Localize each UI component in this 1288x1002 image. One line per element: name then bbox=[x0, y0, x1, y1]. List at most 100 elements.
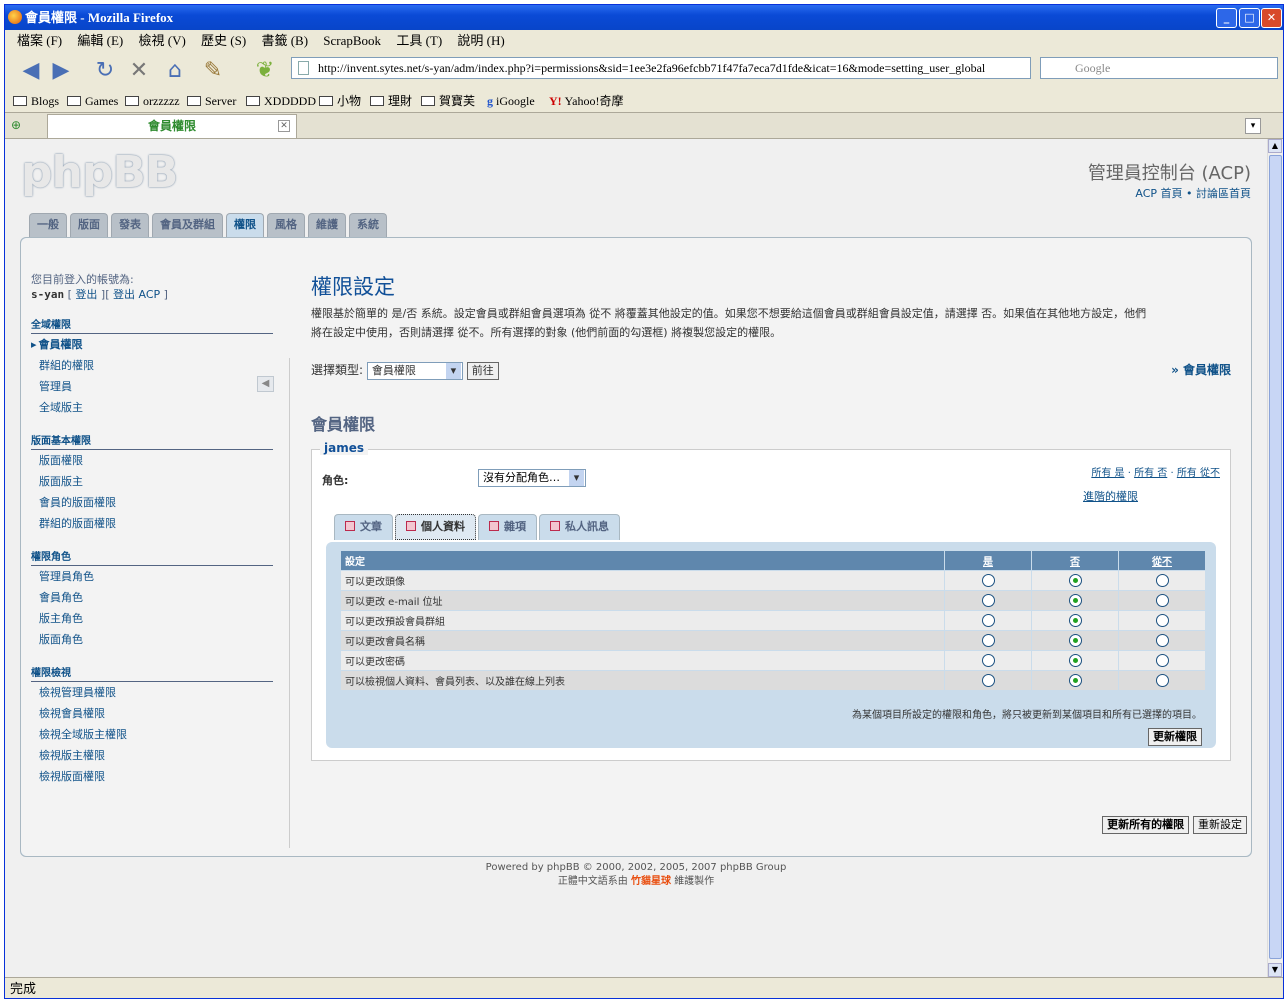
all-no-link[interactable]: 所有 否 bbox=[1134, 468, 1167, 479]
sidebar-item-group-permissions[interactable]: 群組的權限 bbox=[31, 355, 275, 376]
sidebar-item-forum-moderators[interactable]: 版面版主 bbox=[31, 471, 275, 492]
col-never[interactable]: 從不 bbox=[1118, 550, 1206, 571]
permission-type-select[interactable]: 會員權限 bbox=[366, 361, 463, 380]
radio-no[interactable] bbox=[1068, 674, 1082, 687]
tab-posts[interactable]: 文章 bbox=[334, 514, 393, 540]
all-never-link[interactable]: 所有 從不 bbox=[1177, 468, 1220, 479]
advanced-permissions-link[interactable]: 進階的權限 bbox=[1083, 488, 1138, 504]
sidebar-item-group-forum-permissions[interactable]: 群組的版面權限 bbox=[31, 513, 275, 534]
bookmark-item[interactable]: Server bbox=[187, 90, 236, 112]
stop-icon[interactable]: ✕ bbox=[125, 58, 153, 84]
close-button[interactable]: ✕ bbox=[1261, 8, 1282, 28]
maximize-button[interactable]: □ bbox=[1239, 8, 1260, 28]
tab-posting[interactable]: 發表 bbox=[111, 213, 149, 237]
back-icon[interactable]: ◀ bbox=[17, 58, 45, 84]
scroll-down-icon[interactable]: ▼ bbox=[1268, 963, 1282, 977]
collapse-sidebar-icon[interactable]: ◀ bbox=[257, 376, 274, 392]
radio-no[interactable] bbox=[1068, 634, 1082, 647]
radio-no[interactable] bbox=[1068, 614, 1082, 627]
breadcrumb[interactable]: » 會員權限 bbox=[1171, 361, 1231, 378]
forum-home-link[interactable]: 討論區首頁 bbox=[1196, 187, 1251, 200]
radio-yes[interactable] bbox=[981, 594, 995, 607]
radio-yes[interactable] bbox=[981, 674, 995, 687]
sidebar-item-view-user-permissions[interactable]: 檢視會員權限 bbox=[31, 703, 275, 724]
acp-home-link[interactable]: ACP 首頁 bbox=[1135, 187, 1182, 200]
menu-view[interactable]: 檢視 (V) bbox=[139, 33, 186, 48]
sidebar-item-forum-permissions[interactable]: 版面權限 bbox=[31, 450, 275, 471]
radio-never[interactable] bbox=[1155, 594, 1169, 607]
tab-styles[interactable]: 風格 bbox=[267, 213, 305, 237]
col-yes[interactable]: 是 bbox=[944, 550, 1032, 571]
sidebar-item-view-forum-permissions[interactable]: 檢視版面權限 bbox=[31, 766, 275, 787]
menu-history[interactable]: 歷史 (S) bbox=[201, 33, 246, 48]
go-button[interactable]: 前往 bbox=[466, 361, 499, 380]
reload-icon[interactable]: ↻ bbox=[91, 58, 119, 84]
sidebar-item-user-permissions[interactable]: 會員權限 bbox=[31, 334, 275, 355]
url-bar[interactable]: http://invent.sytes.net/s-yan/adm/index.… bbox=[291, 57, 1031, 79]
tab-misc[interactable]: 雜項 bbox=[478, 514, 537, 540]
sidebar-item-view-global-mod-permissions[interactable]: 檢視全域版主權限 bbox=[31, 724, 275, 745]
bookmark-item[interactable]: Blogs bbox=[13, 90, 59, 112]
bookmark-item[interactable]: Games bbox=[67, 90, 118, 112]
scroll-thumb[interactable] bbox=[1269, 155, 1282, 959]
sidebar-item-global-moderators[interactable]: 全域版主 bbox=[31, 397, 275, 418]
update-all-permissions-button[interactable]: 更新所有的權限 bbox=[1102, 816, 1190, 834]
scrapbook-icon[interactable]: ✎ bbox=[199, 58, 227, 84]
menu-scrapbook[interactable]: ScrapBook bbox=[323, 33, 381, 48]
sidebar-item-administrators[interactable]: 管理員 bbox=[31, 376, 275, 397]
addon-icon[interactable]: ❦ bbox=[251, 58, 279, 84]
menu-tools[interactable]: 工具 (T) bbox=[396, 33, 442, 48]
all-yes-link[interactable]: 所有 是 bbox=[1091, 468, 1124, 479]
bookmark-item[interactable]: 賀寶芙 bbox=[421, 90, 475, 112]
radio-yes[interactable] bbox=[981, 654, 995, 667]
logout-link[interactable]: 登出 bbox=[75, 288, 97, 301]
radio-never[interactable] bbox=[1155, 674, 1169, 687]
tab-permissions[interactable]: 權限 bbox=[226, 213, 264, 239]
bookmark-item[interactable]: 理財 bbox=[370, 90, 412, 112]
radio-no[interactable] bbox=[1068, 654, 1082, 667]
bookmark-item[interactable]: XDDDDD bbox=[246, 90, 316, 112]
radio-never[interactable] bbox=[1155, 634, 1169, 647]
tab-profile[interactable]: 個人資料 bbox=[395, 514, 476, 540]
tab-system[interactable]: 系統 bbox=[349, 213, 387, 237]
update-permissions-button[interactable]: 更新權限 bbox=[1148, 728, 1202, 746]
role-select[interactable]: 沒有分配角色… bbox=[478, 469, 586, 487]
tab-list-icon[interactable]: ▾ bbox=[1245, 118, 1261, 134]
bookmark-item[interactable]: orzzzzz bbox=[125, 90, 180, 112]
new-tab-icon[interactable]: ⊕ bbox=[11, 118, 21, 132]
sidebar-item-view-mod-permissions[interactable]: 檢視版主權限 bbox=[31, 745, 275, 766]
tab-private-messages[interactable]: 私人訊息 bbox=[539, 514, 620, 540]
sidebar-item-user-forum-permissions[interactable]: 會員的版面權限 bbox=[31, 492, 275, 513]
tab-forums[interactable]: 版面 bbox=[70, 213, 108, 237]
menu-bookmarks[interactable]: 書籤 (B) bbox=[261, 33, 308, 48]
col-no[interactable]: 否 bbox=[1031, 550, 1119, 571]
close-tab-icon[interactable]: ✕ bbox=[278, 120, 290, 132]
sidebar-item-forum-roles[interactable]: 版面角色 bbox=[31, 629, 275, 650]
sidebar-item-admin-roles[interactable]: 管理員角色 bbox=[31, 566, 275, 587]
browser-tab[interactable]: 會員權限 ✕ bbox=[47, 114, 297, 138]
minimize-button[interactable]: _ bbox=[1216, 8, 1237, 28]
radio-never[interactable] bbox=[1155, 574, 1169, 587]
radio-no[interactable] bbox=[1068, 594, 1082, 607]
tab-general[interactable]: 一般 bbox=[29, 213, 67, 237]
menu-file[interactable]: 檔案 (F) bbox=[17, 33, 62, 48]
bookmark-item[interactable]: Y! Yahoo!奇摩 bbox=[549, 90, 623, 112]
radio-no[interactable] bbox=[1068, 574, 1082, 587]
radio-yes[interactable] bbox=[981, 614, 995, 627]
bookmark-item[interactable]: 小物 bbox=[319, 90, 361, 112]
sidebar-item-view-admin-permissions[interactable]: 檢視管理員權限 bbox=[31, 682, 275, 703]
tab-maintenance[interactable]: 維護 bbox=[308, 213, 346, 237]
radio-yes[interactable] bbox=[981, 634, 995, 647]
forward-icon[interactable]: ▶ bbox=[47, 58, 75, 84]
vertical-scrollbar[interactable]: ▲ ▼ bbox=[1267, 139, 1283, 977]
sidebar-item-moderator-roles[interactable]: 版主角色 bbox=[31, 608, 275, 629]
radio-never[interactable] bbox=[1155, 654, 1169, 667]
logout-acp-link[interactable]: 登出 ACP bbox=[113, 288, 160, 301]
bookmark-item[interactable]: g iGoogle bbox=[487, 90, 535, 112]
tab-users-groups[interactable]: 會員及群組 bbox=[152, 213, 223, 237]
radio-never[interactable] bbox=[1155, 614, 1169, 627]
home-icon[interactable]: ⌂ bbox=[161, 58, 189, 84]
search-input[interactable]: Google bbox=[1040, 57, 1278, 79]
radio-yes[interactable] bbox=[981, 574, 995, 587]
menu-help[interactable]: 說明 (H) bbox=[457, 33, 504, 48]
